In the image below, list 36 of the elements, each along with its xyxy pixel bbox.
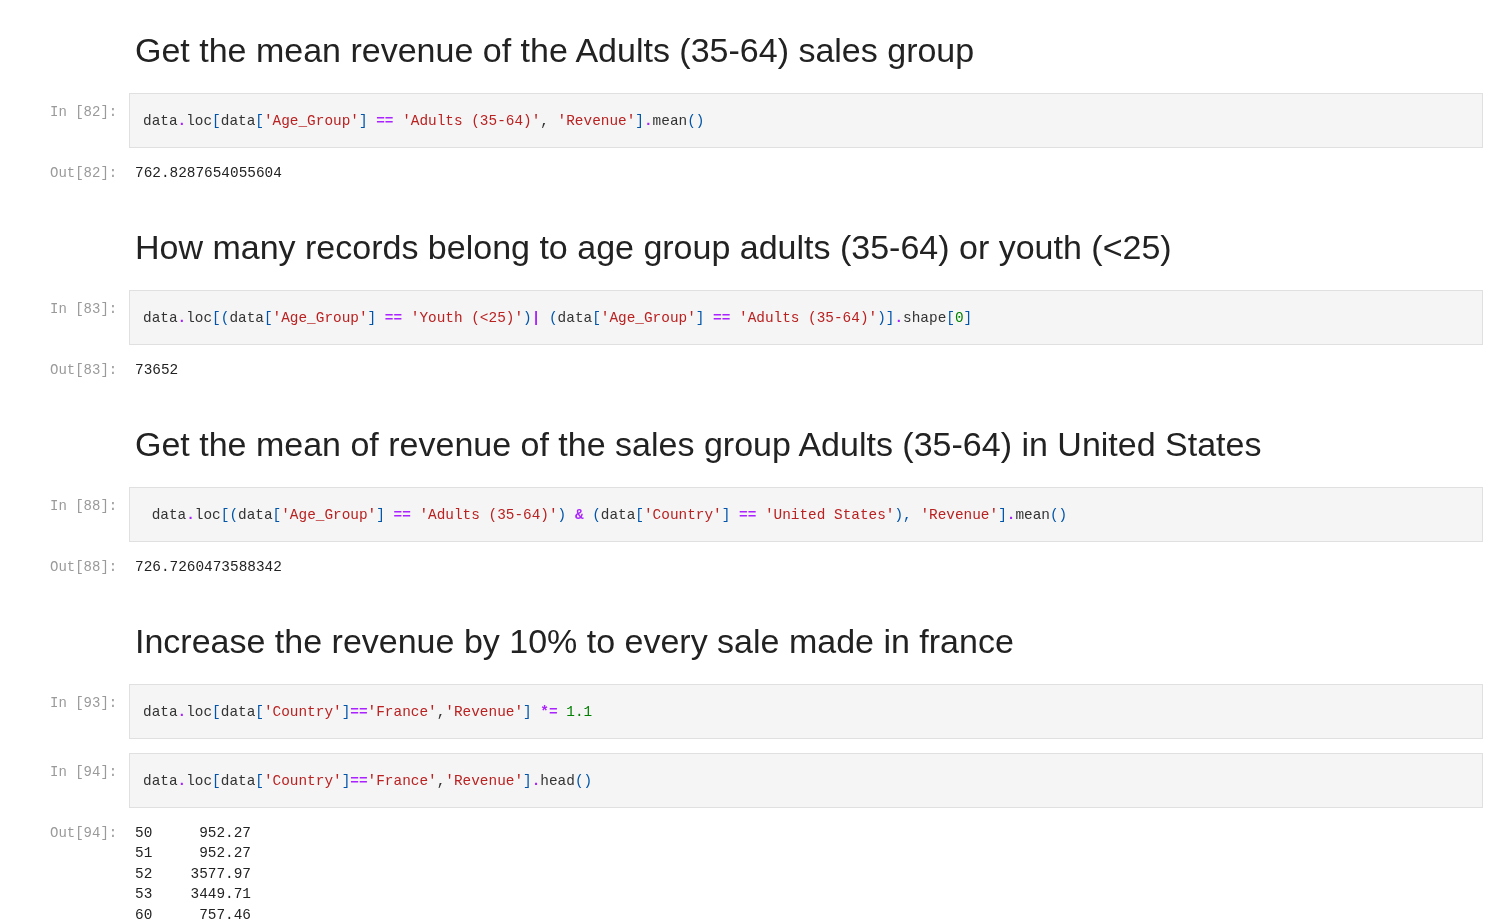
- input-prompt: In [83]:: [50, 300, 118, 317]
- code-line: data.loc[(data['Age_Group'] == 'Adults (35-64)') & (data['Country'] == 'United States'), 'Revenue'].mean(): [150, 506, 1069, 525]
- output-text: 73652: [135, 361, 180, 379]
- series-index: 51: [135, 844, 154, 863]
- series-value: 3449.71: [189, 885, 251, 904]
- code-cell[interactable]: data.loc[(data['Age_Group'] == 'Adults (35-64)') & (data['Country'] == 'United States'), 'Revenue'].mean(): [129, 487, 1483, 542]
- section-heading: Increase the revenue by 10% to every sale made in france: [135, 621, 1015, 661]
- output-prompt: Out[94]:: [50, 824, 118, 841]
- code-cell[interactable]: data.loc[data['Country']=='France','Revenue'].head(): [129, 753, 1483, 808]
- series-index: 52: [135, 864, 154, 884]
- output-prompt: Out[82]:: [50, 164, 118, 181]
- output-prompt: Out[88]:: [50, 558, 118, 575]
- code-line: data.loc[(data['Age_Group'] == 'Youth (<25)')| (data['Age_Group'] == 'Adults (35-64)')].shape[0]: [143, 309, 974, 328]
- series-index: 53: [135, 885, 154, 904]
- series-index: 50: [135, 824, 154, 843]
- series-value: 952.27: [198, 844, 251, 863]
- input-prompt: In [94]:: [50, 763, 118, 780]
- code-cell[interactable]: data.loc[(data['Age_Group'] == 'Youth (<25)')| (data['Age_Group'] == 'Adults (35-64)')].shape[0]: [129, 290, 1483, 345]
- input-prompt: In [88]:: [50, 497, 118, 514]
- output-text: 762.8287654055604: [135, 164, 283, 182]
- series-value: 952.27: [198, 824, 251, 843]
- input-prompt: In [93]:: [50, 694, 118, 711]
- code-line: data.loc[data['Age_Group'] == 'Adults (35-64)', 'Revenue'].mean(): [143, 112, 706, 131]
- input-prompt: In [82]:: [50, 103, 118, 120]
- output-text: 726.7260473588342: [135, 558, 283, 576]
- section-heading: Get the mean revenue of the Adults (35-64) sales group: [135, 30, 976, 70]
- code-cell[interactable]: data.loc[data['Country']=='France','Revenue'] *= 1.1: [129, 684, 1483, 739]
- series-index: 60: [135, 905, 154, 921]
- section-heading: How many records belong to age group adults (35-64) or youth (<25): [135, 227, 1173, 267]
- code-line: data.loc[data['Country']=='France','Revenue'] *= 1.1: [143, 703, 594, 722]
- code-cell[interactable]: data.loc[data['Age_Group'] == 'Adults (35-64)', 'Revenue'].mean(): [129, 93, 1483, 148]
- series-value: 3577.97: [189, 864, 251, 884]
- code-line: data.loc[data['Country']=='France','Revenue'].head(): [143, 772, 594, 791]
- series-value: 757.46: [198, 905, 251, 921]
- section-heading: Get the mean of revenue of the sales group Adults (35-64) in United States: [135, 424, 1263, 464]
- output-prompt: Out[83]:: [50, 361, 118, 378]
